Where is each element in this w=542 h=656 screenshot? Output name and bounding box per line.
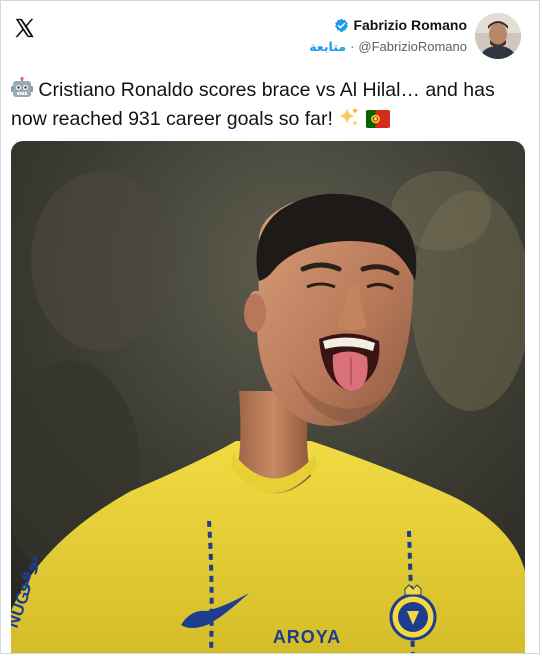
follow-button[interactable]: متابعة bbox=[309, 38, 346, 56]
tweet-text: Cristiano Ronaldo scores brace vs Al Hil… bbox=[11, 76, 511, 135]
handle-row: متابعة · @FabrizioRomano bbox=[309, 38, 467, 56]
author-block[interactable]: Fabrizio Romano متابعة · @FabrizioRomano bbox=[309, 13, 521, 59]
avatar-image bbox=[475, 13, 521, 59]
avatar[interactable] bbox=[475, 13, 521, 59]
media-photo: AROYA نوفو NUG bbox=[11, 141, 525, 653]
author-name[interactable]: Fabrizio Romano bbox=[353, 16, 467, 34]
tweet-line-1: Cristiano Ronaldo scores brace vs Al Hil… bbox=[38, 79, 495, 101]
portugal-flag-icon bbox=[365, 109, 390, 135]
tweet-media[interactable]: AROYA نوفو NUG bbox=[11, 141, 525, 653]
tweet-card: Fabrizio Romano متابعة · @FabrizioRomano bbox=[0, 0, 540, 654]
verified-badge-icon bbox=[335, 18, 349, 32]
sparkles-icon bbox=[338, 106, 360, 135]
separator-dot: · bbox=[350, 39, 355, 54]
name-row: Fabrizio Romano bbox=[334, 16, 467, 34]
author-handle[interactable]: @FabrizioRomano bbox=[358, 38, 467, 56]
robot-face-icon bbox=[11, 76, 33, 106]
author-text: Fabrizio Romano متابعة · @FabrizioRomano bbox=[309, 16, 467, 56]
x-logo-icon[interactable] bbox=[13, 17, 35, 39]
shirt-sponsor: AROYA bbox=[273, 627, 341, 647]
tweet-line-2: now reached 931 career goals so far! bbox=[11, 108, 333, 130]
